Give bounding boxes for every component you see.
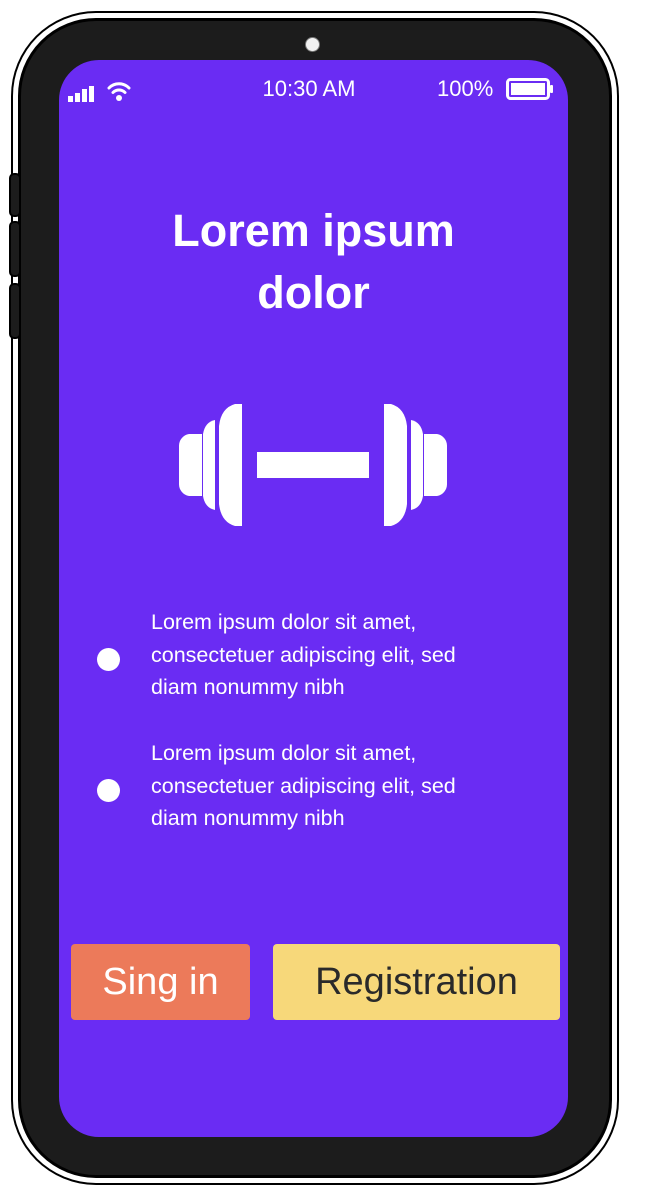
app-screen: 10:30 AM 100% Lorem ipsum dolor Lorem ip… bbox=[59, 60, 568, 1137]
wifi-icon bbox=[107, 82, 131, 101]
page-title: Lorem ipsum dolor bbox=[172, 205, 455, 318]
status-bar: 10:30 AM 100% bbox=[59, 76, 568, 106]
sign-in-button[interactable]: Sing in bbox=[71, 944, 250, 1020]
front-camera bbox=[305, 37, 320, 52]
volume-up-button bbox=[9, 221, 21, 277]
status-time: 10:30 AM bbox=[262, 76, 356, 101]
bullet-dot bbox=[97, 648, 120, 671]
battery-percentage: 100% bbox=[437, 76, 494, 101]
battery-icon bbox=[506, 78, 553, 100]
list-item-text: Lorem ipsum dolor sit amet, consectetuer… bbox=[151, 606, 551, 704]
volume-down-button bbox=[9, 283, 21, 339]
registration-button[interactable]: Registration bbox=[273, 944, 560, 1020]
signal-icon bbox=[68, 86, 94, 102]
list-item-text: Lorem ipsum dolor sit amet, consectetuer… bbox=[151, 737, 551, 835]
mute-switch bbox=[9, 173, 21, 217]
dumbbell-icon bbox=[179, 404, 447, 526]
bullet-1-text: Lorem ipsum dolor sit amet, consectetuer… bbox=[151, 610, 456, 699]
list-item: Lorem ipsum dolor sit amet, consectetuer… bbox=[59, 606, 568, 706]
bullet-dot bbox=[97, 779, 120, 802]
list-item: Lorem ipsum dolor sit amet, consectetuer… bbox=[59, 737, 568, 837]
bullet-2-text: Lorem ipsum dolor sit amet, consectetuer… bbox=[151, 741, 456, 830]
